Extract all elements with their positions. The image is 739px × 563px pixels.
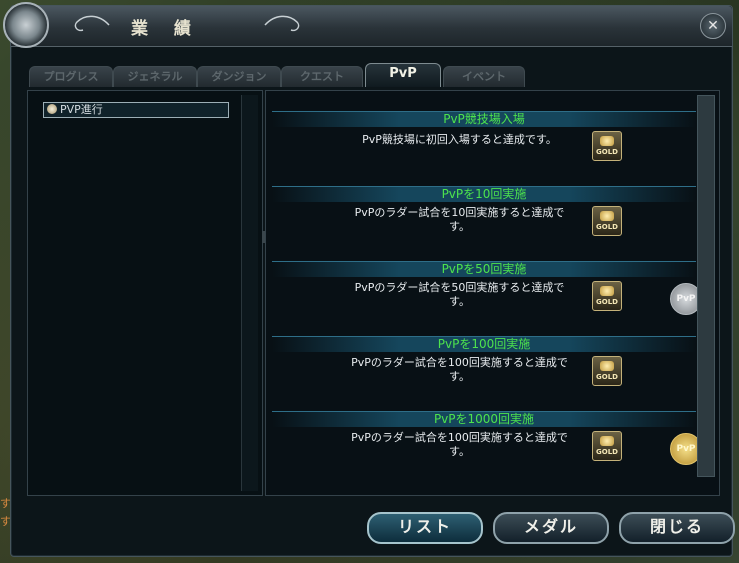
tree-item-label: PVP進行 [60, 103, 103, 116]
achievement-list-panel: PvP競技場入場 PvP競技場に初回入場すると達成です。 GOLD PvPを10… [265, 90, 720, 496]
tab-quest[interactable]: クエスト [281, 66, 363, 87]
achievement-description: PvPのラダー試合を50回実施すると達成で す。 [354, 281, 565, 308]
tree-scrollbar[interactable] [241, 95, 258, 491]
close-button[interactable]: 閉じる [619, 512, 735, 544]
ornament-right-icon [264, 15, 300, 32]
close-icon[interactable]: ✕ [700, 13, 726, 39]
ornament-left-icon [74, 15, 110, 32]
medal-button[interactable]: メダル [493, 512, 609, 544]
list-button[interactable]: リスト [367, 512, 483, 544]
achievement-description: PvP競技場に初回入場すると達成です。 [362, 133, 557, 146]
gold-reward-icon: GOLD [592, 131, 622, 161]
achievement-title: PvPを100回実施 [272, 336, 696, 352]
tab-pvp[interactable]: PvP [365, 63, 441, 87]
window-title: 業 績 [131, 19, 201, 39]
achievement-scrollbar[interactable] [697, 95, 715, 477]
window-emblem-icon [3, 2, 49, 48]
gold-reward-icon: GOLD [592, 206, 622, 236]
window-titlebar[interactable]: 業 績 ✕ [3, 2, 732, 48]
achievement-description: PvPのラダー試合を100回実施すると達成で す。 [351, 356, 568, 383]
tree-item-pvp-progress[interactable]: PVP進行 [43, 102, 229, 118]
achievement-item: PvPを50回実施 PvPのラダー試合を50回実施すると達成で す。 GOLD P… [272, 261, 702, 335]
category-tree-panel: PVP進行 [27, 90, 263, 496]
achievement-item: PvPを1000回実施 PvPのラダー試合を100回実施すると達成で す。 GOL… [272, 411, 702, 485]
gold-reward-icon: GOLD [592, 281, 622, 311]
achievement-item: PvPを100回実施 PvPのラダー試合を100回実施すると達成で す。 GOLD [272, 336, 696, 410]
helmet-icon [47, 104, 57, 114]
achievement-title: PvP競技場入場 [272, 111, 696, 127]
gold-reward-icon: GOLD [592, 356, 622, 386]
tab-progress[interactable]: プログレス [29, 66, 113, 87]
achievement-item: PvPを10回実施 PvPのラダー試合を10回実施すると達成で す。 GOLD [272, 186, 696, 260]
gold-reward-icon: GOLD [592, 431, 622, 461]
achievement-title: PvPを10回実施 [272, 186, 696, 202]
achievements-window: 業 績 ✕ プログレス ジェネラル ダンジョン クエスト PvP イベント PV… [3, 2, 735, 557]
tab-event[interactable]: イベント [443, 66, 525, 87]
achievement-description: PvPのラダー試合を100回実施すると達成で す。 [351, 431, 568, 458]
achievement-title: PvPを50回実施 [272, 261, 696, 277]
achievement-title: PvPを1000回実施 [272, 411, 696, 427]
tab-general[interactable]: ジェネラル [113, 66, 197, 87]
achievement-description: PvPのラダー試合を10回実施すると達成で す。 [354, 206, 565, 233]
achievement-item: PvP競技場入場 PvP競技場に初回入場すると達成です。 GOLD [272, 111, 696, 185]
tab-dungeon[interactable]: ダンジョン [197, 66, 281, 87]
